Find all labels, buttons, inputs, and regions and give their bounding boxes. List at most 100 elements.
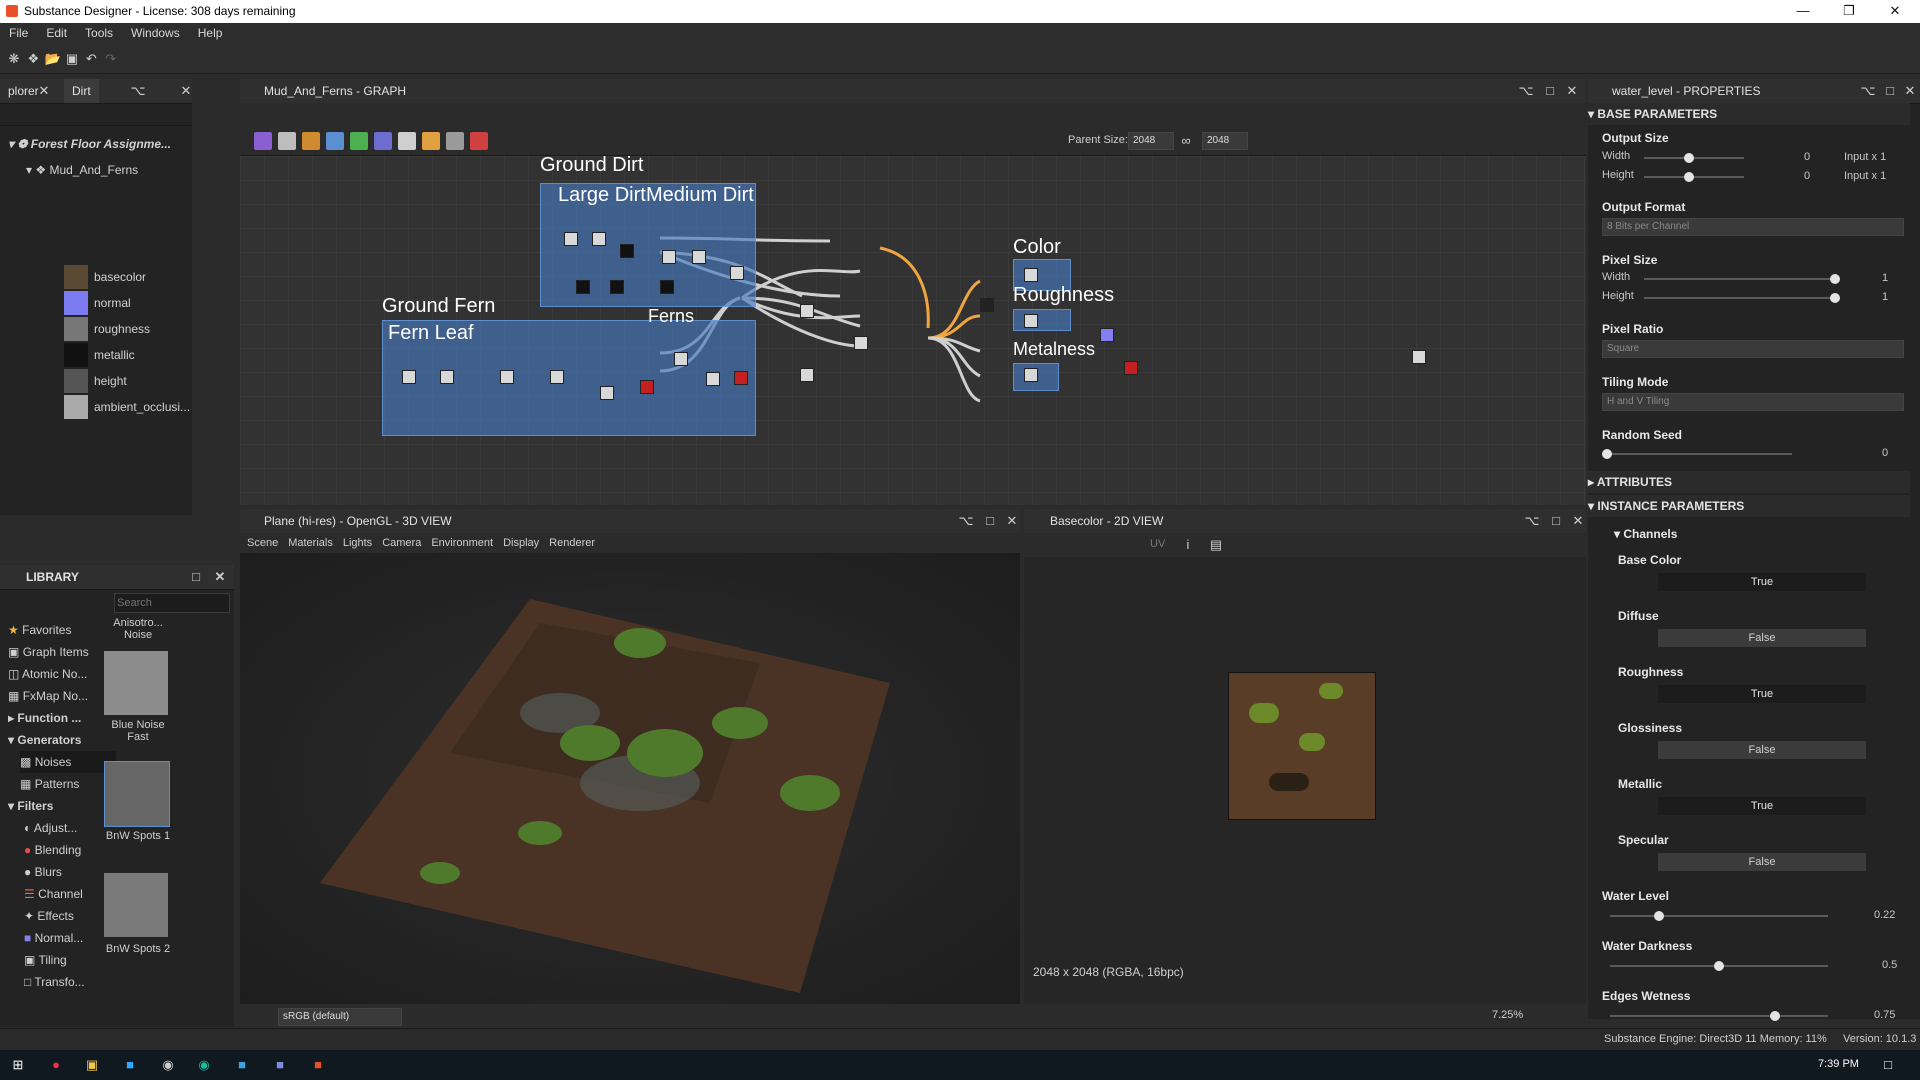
graph-node[interactable]	[600, 386, 614, 400]
pixel-height-slider[interactable]	[1644, 293, 1840, 303]
close-icon[interactable]: ✕	[212, 569, 228, 585]
pin-icon[interactable]: ⌥	[1518, 83, 1534, 99]
graph-node[interactable]	[1100, 328, 1114, 342]
view3d-menu-scene[interactable]: Scene	[242, 537, 283, 549]
tab-dirt[interactable]: Dirt	[64, 79, 99, 103]
graph-node[interactable]	[500, 370, 514, 384]
close-icon[interactable]: ✕	[1570, 513, 1586, 529]
view3d-menu-renderer[interactable]: Renderer	[544, 537, 600, 549]
pixel-ratio-select[interactable]: Square	[1602, 340, 1904, 358]
app-icon[interactable]: ◉	[196, 1057, 212, 1073]
view3d-menu-display[interactable]: Display	[498, 537, 544, 549]
metallic-toggle[interactable]: True	[1658, 797, 1866, 815]
undo-icon[interactable]: ↶	[83, 51, 99, 67]
new-package-icon[interactable]: ❋	[6, 51, 22, 67]
maximize-panel-icon[interactable]: □	[982, 513, 998, 529]
base-color-toggle[interactable]: True	[1658, 573, 1866, 591]
output-metallic[interactable]: metallic	[94, 342, 135, 368]
library-item-bnw-spots-1[interactable]: BnW Spots 1	[102, 830, 174, 842]
parent-size-width-select[interactable]: 2048	[1128, 132, 1174, 150]
view3d-menu-materials[interactable]: Materials	[283, 537, 338, 549]
hsl-node-icon[interactable]	[446, 132, 464, 150]
library-search-input[interactable]	[114, 593, 230, 613]
close-icon[interactable]: ✕	[1902, 83, 1918, 99]
graph-node[interactable]	[1024, 314, 1038, 328]
photoshop-icon[interactable]: ■	[122, 1057, 138, 1073]
library-cat-favorites[interactable]: ★ Favorites	[8, 619, 104, 641]
graph-item[interactable]: ▾ ❖ Mud_And_Ferns	[26, 157, 138, 183]
output-format-select[interactable]: 8 Bits per Channel	[1602, 218, 1904, 236]
graph-node[interactable]	[1024, 368, 1038, 382]
close-window-button[interactable]: ✕	[1872, 0, 1918, 23]
notifications-icon[interactable]: □	[1880, 1057, 1896, 1073]
output-basecolor[interactable]: basecolor	[94, 264, 146, 290]
file-explorer-icon[interactable]: ▣	[84, 1057, 100, 1073]
save-icon[interactable]: ▣	[64, 51, 80, 67]
graph-node[interactable]	[854, 336, 868, 350]
app-icon[interactable]: ■	[272, 1057, 288, 1073]
warp-node-icon[interactable]	[398, 132, 416, 150]
new-graph-icon[interactable]: ❖	[25, 51, 41, 67]
water-level-slider[interactable]	[1610, 911, 1828, 921]
view3d-menu-environment[interactable]: Environment	[426, 537, 498, 549]
tiling-mode-select[interactable]: H and V Tiling	[1602, 393, 1904, 411]
parent-size-height-select[interactable]: 2048	[1202, 132, 1248, 150]
library-item-bnw-spots-2[interactable]: BnW Spots 2	[102, 943, 174, 955]
app-icon[interactable]: ◉	[160, 1057, 176, 1073]
uv-toggle[interactable]: UV	[1150, 538, 1165, 550]
bnw-spots-1-thumb[interactable]	[104, 761, 170, 827]
substance-designer-icon[interactable]: ■	[310, 1057, 326, 1073]
pin-icon[interactable]: ⌥	[1860, 83, 1876, 99]
output-width-mode[interactable]: Input x 1	[1844, 151, 1886, 163]
library-item-anisotropic-noise[interactable]: Anisotro... Noise	[102, 617, 174, 641]
graph-node[interactable]	[402, 370, 416, 384]
graph-node[interactable]	[440, 370, 454, 384]
diffuse-toggle[interactable]: False	[1658, 629, 1866, 647]
app-icon[interactable]: ■	[234, 1057, 250, 1073]
output-height-mode[interactable]: Input x 1	[1844, 170, 1886, 182]
blend-node-icon[interactable]	[302, 132, 320, 150]
output-normal[interactable]: normal	[94, 290, 131, 316]
base-parameters-section[interactable]: ▾ BASE PARAMETERS	[1588, 103, 1910, 125]
graph-node[interactable]	[1024, 268, 1038, 282]
graph-node[interactable]	[674, 352, 688, 366]
output-ambient-occlusion[interactable]: ambient_occlusi...	[94, 394, 190, 420]
roughness-toggle[interactable]: True	[1658, 685, 1866, 703]
specular-toggle[interactable]: False	[1658, 853, 1866, 871]
library-cat-generators[interactable]: ▾ Generators	[8, 729, 104, 751]
library-cat-atomic[interactable]: ◫ Atomic No...	[8, 663, 104, 685]
library-cat-fxmap[interactable]: ▦ FxMap No...	[8, 685, 104, 707]
chrome-icon[interactable]: ●	[48, 1057, 64, 1073]
graph-node[interactable]	[564, 232, 578, 246]
maximize-panel-icon[interactable]: □	[1548, 513, 1564, 529]
output-node[interactable]	[1412, 350, 1426, 364]
maximize-button[interactable]: ❐	[1826, 0, 1872, 23]
graph-node[interactable]	[800, 368, 814, 382]
gradient-node-icon[interactable]	[422, 132, 440, 150]
frame-roughness[interactable]	[1013, 309, 1071, 331]
close-icon[interactable]: ✕	[178, 83, 194, 99]
histogram-icon[interactable]: ▤	[1208, 537, 1224, 553]
maximize-panel-icon[interactable]: □	[1542, 83, 1558, 99]
library-cat-filters[interactable]: ▾ Filters	[8, 795, 104, 817]
blue-noise-thumb[interactable]	[104, 651, 168, 715]
redo-icon[interactable]: ↷	[103, 51, 119, 67]
library-item-blue-noise-fast[interactable]: Blue Noise Fast	[102, 719, 174, 743]
graph-node[interactable]	[576, 280, 590, 294]
pixel-width-slider[interactable]	[1644, 274, 1840, 284]
menu-help[interactable]: Help	[189, 23, 232, 43]
output-height-slider[interactable]	[1644, 172, 1744, 182]
pin-icon[interactable]: ⌥	[958, 513, 974, 529]
library-cat-graph-items[interactable]: ▣ Graph Items	[8, 641, 104, 663]
water-darkness-slider[interactable]	[1610, 961, 1828, 971]
close-icon[interactable]: ✕	[1004, 513, 1020, 529]
graph-node[interactable]	[610, 280, 624, 294]
clock[interactable]: 7:39 PM	[1818, 1058, 1859, 1070]
glossiness-toggle[interactable]: False	[1658, 741, 1866, 759]
output-width-slider[interactable]	[1644, 153, 1744, 163]
attributes-section[interactable]: ▸ ATTRIBUTES	[1588, 471, 1910, 493]
graph-node[interactable]	[620, 244, 634, 258]
output-node[interactable]	[980, 298, 994, 312]
graph-node[interactable]	[660, 280, 674, 294]
windows-start-icon[interactable]: ⊞	[10, 1057, 26, 1073]
